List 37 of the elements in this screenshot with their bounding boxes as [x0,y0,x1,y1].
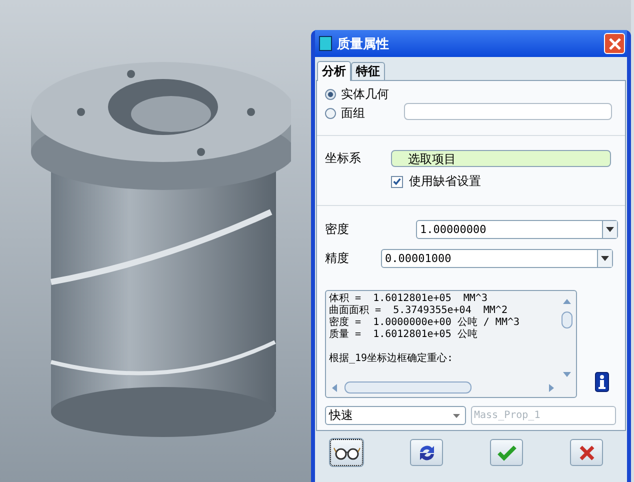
checkbox-label: 使用缺省设置 [409,173,481,190]
precision-combo-box[interactable]: 0.00001000 [381,249,613,268]
coordinate-system-label: 坐标系 [325,150,362,167]
repeat-button[interactable] [410,439,443,466]
result-line: 体积 = 1.6012801e+05 MM^3 [329,293,488,304]
close-icon [608,36,622,50]
tab[interactable]: 分析 [317,61,351,81]
result-line: 质量 = 1.6012801e+05 公吨 [329,329,478,341]
density-label: 密度 [325,221,350,238]
checkbox[interactable] [391,176,403,188]
precision-label: 精度 [325,250,350,267]
close-icon [578,444,596,460]
radio-button[interactable] [325,89,336,100]
selection-collector-field[interactable]: 选取项目 [391,150,611,167]
glasses-icon [332,446,360,460]
surface-input-field[interactable] [404,103,612,120]
mode-dropdown[interactable]: 快速 [325,406,466,425]
checkmark-icon [496,444,516,460]
dropdown-arrow-icon [453,414,460,418]
info-icon[interactable] [595,372,609,392]
close-button[interactable] [604,33,625,54]
window-title: 质量属性 [337,36,390,52]
density-combo-box[interactable]: 1.00000000 [416,220,618,239]
name-input-field[interactable]: Mass_Prop_1 [471,406,616,425]
radio-button[interactable] [325,108,336,119]
radio-label: 面组 [341,105,365,122]
dropdown-arrow-icon [601,256,609,261]
dropdown-arrow-icon [606,227,614,232]
ok-button[interactable] [490,439,523,466]
cancel-button[interactable] [570,439,603,466]
result-line: 曲面面积 = 5.3749355e+04 MM^2 [329,305,508,316]
preview-button[interactable] [330,439,363,466]
tab[interactable]: 特征 [351,62,385,80]
window-icon [319,36,332,51]
result-line: 密度 = 1.0000000e+00 公吨 / MM^3 [329,317,520,328]
result-line: 根据_19坐标边框确定重心: [329,353,454,365]
radio-label: 实体几何 [341,86,389,103]
